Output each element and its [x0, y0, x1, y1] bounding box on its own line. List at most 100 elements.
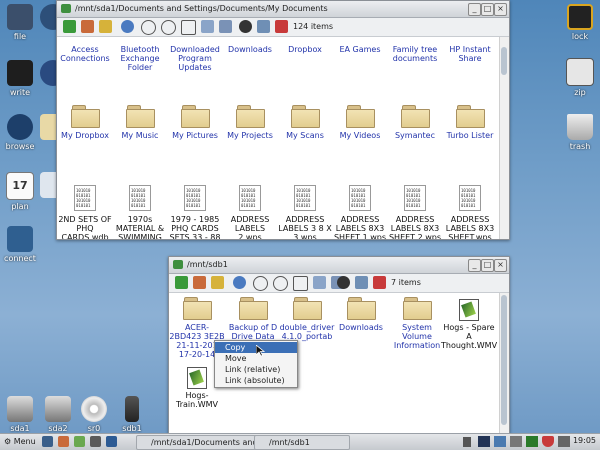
eye-icon[interactable] — [337, 276, 350, 289]
view-icon[interactable] — [201, 20, 214, 33]
drive-icon-sdb1[interactable]: sdb1 — [112, 396, 152, 433]
folder-item[interactable]: Symantec — [387, 105, 443, 140]
scrollbar-thumb[interactable] — [501, 295, 507, 425]
taskbar: ⚙ Menu /mnt/sda1/Documents and /mnt/sdb1… — [0, 433, 600, 450]
folder-item[interactable]: Access Connections — [57, 45, 113, 63]
menu-item-link-absolute[interactable]: Link (absolute) — [215, 375, 297, 386]
desktop-icon-browse[interactable]: browse — [0, 114, 40, 151]
fit-icon[interactable] — [293, 276, 308, 291]
quicklaunch-icon[interactable] — [74, 436, 85, 447]
desktop-icon-plan[interactable]: 17 plan — [0, 172, 40, 211]
file-item[interactable]: 101010 010101 101010 010101 ADDRESS LABELS 8… — [332, 185, 388, 239]
close-button[interactable]: × — [494, 3, 507, 16]
volume-icon[interactable] — [463, 437, 471, 447]
fit-icon[interactable] — [181, 20, 196, 35]
folder-item[interactable]: Family tree documents — [387, 45, 443, 63]
close-tab-icon[interactable] — [373, 276, 386, 289]
details-view-icon[interactable] — [257, 20, 270, 33]
file-item[interactable]: 101010 010101 101010 010101 1970s MATERIAL &… — [112, 185, 168, 239]
folder-icon — [183, 297, 212, 320]
security-shield-icon[interactable] — [542, 436, 554, 447]
desktop-icon-connect[interactable]: connect — [0, 226, 40, 263]
folder-item[interactable]: System Volume Information — [389, 297, 445, 350]
taskbar-window-sdb1[interactable]: /mnt/sdb1 — [254, 435, 350, 450]
folder-item[interactable]: Turbo Lister — [442, 105, 498, 140]
desktop-icon-write[interactable]: write — [0, 60, 40, 97]
taskbar-window-documents[interactable]: /mnt/sda1/Documents and — [136, 435, 264, 450]
quicklaunch-icon[interactable] — [106, 436, 117, 447]
desktop-icon-zip[interactable]: zip — [560, 58, 600, 97]
file-item[interactable]: 101010 010101 101010 010101 ADDRESS LABELS 3… — [277, 185, 333, 239]
drive-icon-sda2[interactable]: sda2 — [38, 396, 78, 433]
folder-item[interactable]: My Pictures — [167, 105, 223, 140]
menu-item-link-relative[interactable]: Link (relative) — [215, 364, 297, 375]
file-item[interactable]: 101010 010101 101010 010101 1979 - 1985 PHQ … — [167, 185, 223, 239]
desktop-icon-lock[interactable]: lock — [560, 4, 600, 41]
folder-item[interactable]: Downloads — [222, 45, 278, 54]
eye-icon[interactable] — [239, 20, 252, 33]
folder-item[interactable]: Dropbox — [277, 45, 333, 54]
bookmark-icon[interactable] — [99, 20, 112, 33]
folder-item[interactable]: EA Games — [332, 45, 388, 54]
window-titlebar[interactable]: /mnt/sda1/Documents and Settings/Documen… — [57, 1, 509, 18]
trash-icon — [567, 114, 593, 140]
drive-icon-sda1[interactable]: sda1 — [0, 396, 40, 433]
minimize-button[interactable]: _ — [468, 3, 481, 16]
folder-item[interactable]: double_driver 4.1.0_portab — [279, 297, 335, 341]
folder-item[interactable]: My Music — [112, 105, 168, 140]
folder-icon — [173, 260, 183, 269]
zoom-in-icon[interactable] — [141, 20, 156, 35]
file-item[interactable]: 101010 010101 101010 010101 ADDRESS LABELS 8… — [442, 185, 498, 239]
file-manager-window-documents[interactable]: /mnt/sda1/Documents and Settings/Documen… — [56, 0, 510, 240]
maximize-button[interactable]: □ — [481, 3, 494, 16]
tray-icon[interactable] — [478, 436, 490, 447]
home-icon[interactable] — [193, 276, 206, 289]
folder-item[interactable]: My Dropbox — [57, 105, 113, 140]
folder-item[interactable]: My Scans — [277, 105, 333, 140]
quicklaunch-icon[interactable] — [90, 436, 101, 447]
tray-icon[interactable] — [558, 436, 570, 447]
details-view-icon[interactable] — [355, 276, 368, 289]
file-item[interactable]: 101010 010101 101010 010101 ADDRESS LABELS 2… — [222, 185, 278, 239]
refresh-icon[interactable] — [233, 276, 246, 289]
desktop-icon-trash[interactable]: trash — [560, 114, 600, 151]
close-button[interactable]: × — [494, 259, 507, 272]
folder-item[interactable]: HP Instant Share — [442, 45, 498, 63]
item-count: 124 items — [293, 22, 334, 31]
file-item[interactable]: 101010 010101 101010 010101 ADDRESS LABELS 8… — [387, 185, 443, 239]
zoom-out-icon[interactable] — [273, 276, 288, 291]
folder-item[interactable]: My Videos — [332, 105, 388, 140]
folder-item[interactable]: Downloads — [333, 297, 389, 332]
scrollbar-thumb[interactable] — [501, 47, 507, 75]
maximize-button[interactable]: □ — [481, 259, 494, 272]
zoom-out-icon[interactable] — [161, 20, 176, 35]
close-tab-icon[interactable] — [275, 20, 288, 33]
bookmark-icon[interactable] — [211, 276, 224, 289]
file-item[interactable]: 101010 010101 101010 010101 2ND SETS OF PHQ … — [57, 185, 113, 239]
home-icon[interactable] — [81, 20, 94, 33]
up-arrow-icon[interactable] — [63, 20, 76, 33]
file-item[interactable]: Hogs - Spare A Thought.WMV — [441, 299, 497, 350]
quicklaunch-icon[interactable] — [58, 436, 69, 447]
vertical-scrollbar[interactable] — [499, 293, 509, 433]
quicklaunch-icon[interactable] — [42, 436, 53, 447]
folder-item[interactable]: Backup of D Drive Data — [225, 297, 281, 341]
tray-icon[interactable] — [510, 436, 522, 447]
drive-icon-sr0[interactable]: sr0 — [74, 396, 114, 433]
vertical-scrollbar[interactable] — [499, 37, 509, 239]
view-icon[interactable] — [313, 276, 326, 289]
start-menu-button[interactable]: ⚙ Menu — [2, 435, 36, 448]
tray-icon[interactable] — [526, 436, 538, 447]
sort-icon[interactable] — [219, 20, 232, 33]
folder-item[interactable]: My Projects — [222, 105, 278, 140]
desktop-icon-file[interactable]: file — [0, 4, 40, 41]
refresh-icon[interactable] — [121, 20, 134, 33]
folder-item[interactable]: Downloaded Program Updates — [167, 45, 223, 72]
network-icon[interactable] — [494, 436, 506, 447]
folder-item[interactable]: Bluetooth Exchange Folder — [112, 45, 168, 72]
up-arrow-icon[interactable] — [175, 276, 188, 289]
zoom-in-icon[interactable] — [253, 276, 268, 291]
minimize-button[interactable]: _ — [468, 259, 481, 272]
video-file-icon — [187, 367, 207, 389]
window-titlebar[interactable]: /mnt/sdb1 _ □ × — [169, 257, 509, 274]
